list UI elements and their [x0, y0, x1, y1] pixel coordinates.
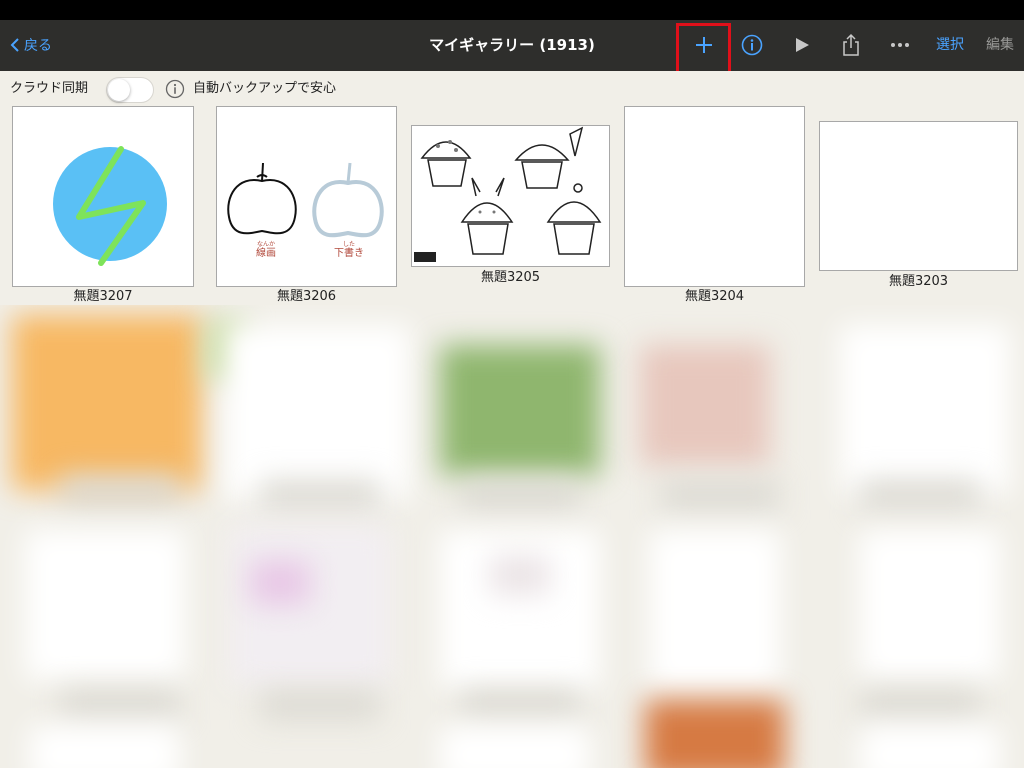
blurred-thumbnail — [860, 725, 1000, 768]
blurred-caption — [460, 690, 580, 720]
blurred-thumbnail — [30, 725, 180, 768]
auto-backup-label: 自動バックアップで安心 — [193, 81, 337, 96]
blurred-caption — [60, 690, 180, 720]
share-button[interactable] — [835, 30, 867, 60]
sketch-note-small: した — [342, 241, 355, 248]
sketch-note: 下書き — [334, 248, 364, 259]
blurred-thumbnail — [640, 345, 770, 465]
blurred-thumbnail — [230, 525, 390, 685]
blurred-thumbnail — [225, 325, 410, 500]
edit-button[interactable]: 編集 — [986, 34, 1014, 56]
blurred-thumbnail — [860, 530, 1000, 680]
back-label: 戻る — [24, 38, 52, 54]
cupcakes-drawing — [414, 126, 602, 262]
status-bar — [0, 0, 1024, 20]
highlight-annotation-box — [676, 23, 731, 75]
more-icon — [891, 43, 909, 47]
blurred-thumbnail — [490, 555, 550, 595]
blurred-thumbnail — [25, 530, 185, 680]
blurred-caption — [460, 480, 580, 510]
cloud-sync-toggle[interactable] — [106, 77, 154, 103]
blurred-caption — [660, 480, 780, 510]
page-title: マイギャラリー (1913) — [429, 36, 595, 54]
share-icon — [843, 33, 859, 56]
play-icon — [796, 38, 809, 52]
blurred-caption — [860, 690, 980, 720]
artwork-thumbnail[interactable] — [12, 106, 194, 287]
blurred-caption — [260, 690, 380, 720]
artwork-title: 無題3207 — [73, 289, 133, 304]
blurred-caption — [60, 475, 180, 505]
blurred-caption — [260, 480, 380, 510]
apple-drawing — [227, 162, 384, 238]
blurred-gallery-area — [0, 305, 1024, 768]
more-button[interactable] — [884, 30, 916, 60]
artwork-thumbnail[interactable] — [624, 106, 805, 287]
globe-drawing — [53, 146, 167, 266]
blurred-thumbnail — [440, 530, 600, 690]
blurred-caption — [860, 480, 980, 510]
cloud-sync-label: クラウド同期 — [10, 81, 89, 96]
sketch-note-small: なんか — [256, 241, 275, 248]
blurred-thumbnail — [645, 700, 785, 768]
artwork-title: 無題3204 — [684, 289, 745, 304]
blurred-thumbnail — [440, 725, 590, 768]
blurred-thumbnail — [12, 315, 202, 490]
info-button[interactable] — [736, 30, 768, 60]
sync-toolbar: クラウド同期 自動バックアップで安心 — [0, 71, 1024, 107]
toggle-knob — [108, 79, 130, 101]
blurred-thumbnail — [840, 325, 1010, 495]
artwork-thumbnail[interactable] — [411, 125, 610, 267]
blurred-thumbnail — [650, 530, 780, 690]
backup-info-icon[interactable] — [165, 79, 185, 99]
play-button[interactable] — [786, 30, 818, 60]
blurred-thumbnail — [440, 345, 600, 475]
blurred-thumbnail — [250, 560, 310, 605]
artwork-thumbnail[interactable] — [819, 121, 1018, 271]
sketch-note: 線画 — [256, 248, 276, 259]
back-button[interactable]: 戻る — [10, 34, 52, 56]
select-button[interactable]: 選択 — [936, 34, 964, 56]
navigation-bar: 戻る マイギャラリー (1913) 選択 編集 — [0, 20, 1024, 71]
chevron-left-icon — [10, 38, 19, 52]
info-icon — [741, 34, 763, 56]
artwork-thumbnail[interactable]: なんか 線画 した 下書き — [216, 106, 397, 287]
artwork-title: 無題3203 — [888, 274, 949, 289]
artwork-title: 無題3205 — [480, 270, 541, 285]
artwork-title: 無題3206 — [276, 289, 337, 304]
